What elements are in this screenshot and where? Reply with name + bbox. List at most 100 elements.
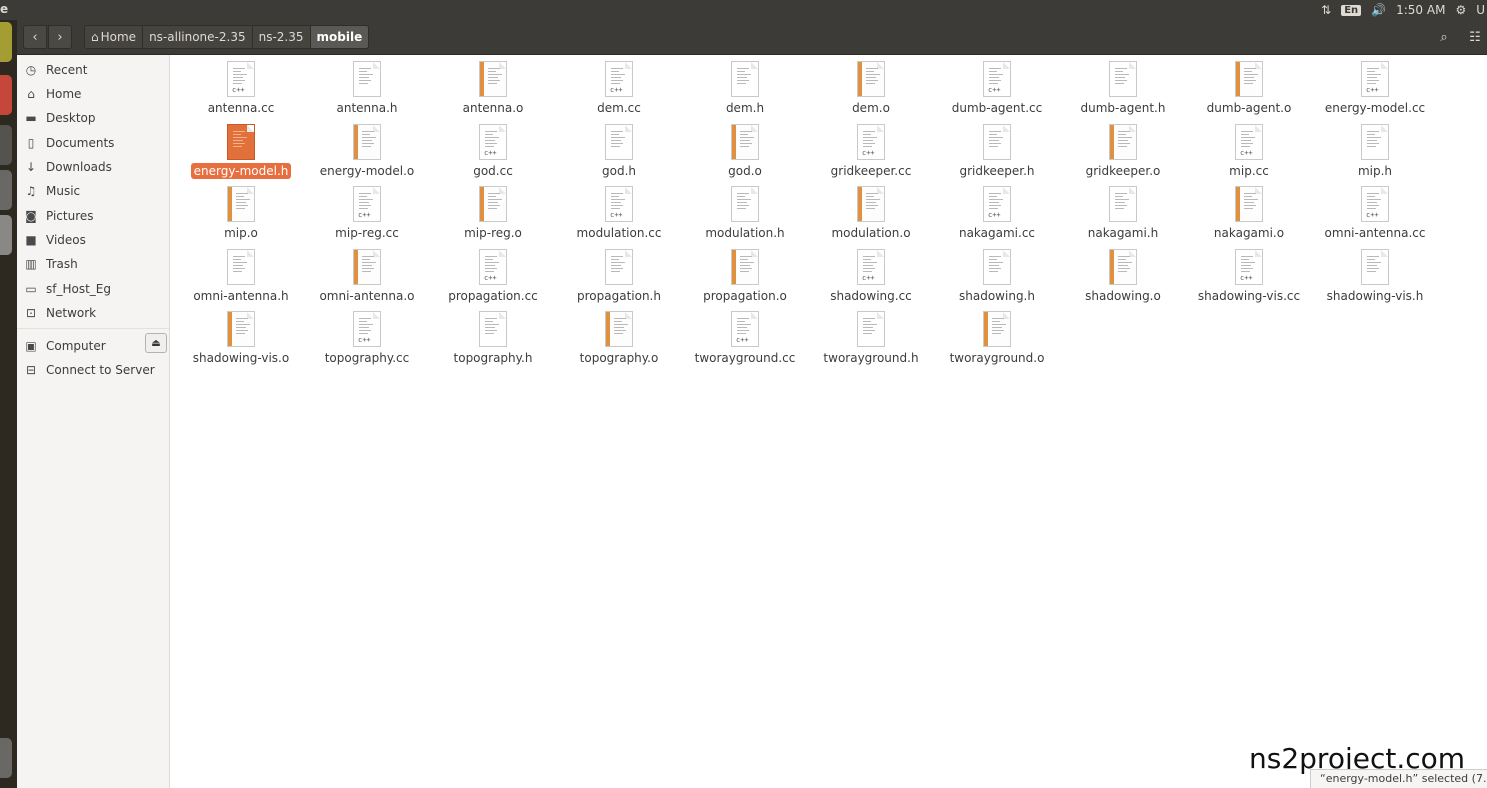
file-item[interactable]: tworayground.h (808, 305, 934, 365)
forward-button[interactable]: › (48, 25, 72, 49)
file-item[interactable]: dem.o (808, 55, 934, 115)
cpp-label: c++ (484, 273, 497, 282)
breadcrumb-mobile[interactable]: mobile (309, 25, 370, 49)
file-item[interactable]: c++ tworayground.cc (682, 305, 808, 365)
launcher-item-app[interactable] (0, 75, 12, 115)
file-item[interactable]: modulation.o (808, 180, 934, 240)
file-item[interactable]: mip.o (178, 180, 304, 240)
file-item[interactable]: c++ shadowing-vis.cc (1186, 243, 1312, 303)
file-item[interactable]: c++ topography.cc (304, 305, 430, 365)
file-item[interactable]: antenna.o (430, 55, 556, 115)
file-item[interactable]: c++ dumb-agent.cc (934, 55, 1060, 115)
file-item[interactable]: c++ modulation.cc (556, 180, 682, 240)
file-item[interactable]: omni-antenna.o (304, 243, 430, 303)
file-item[interactable]: modulation.h (682, 180, 808, 240)
file-item[interactable]: gridkeeper.h (934, 118, 1060, 178)
file-item[interactable]: c++ energy-model.cc (1312, 55, 1438, 115)
volume-icon[interactable]: 🔊 (1371, 3, 1386, 17)
music-icon: ♫ (25, 184, 37, 198)
object-file-icon (479, 186, 507, 222)
sidebar-item-sf-host-eg[interactable]: ▭ sf_Host_Eg (17, 278, 169, 300)
clock[interactable]: 1:50 AM (1396, 3, 1445, 17)
file-name-label: god.o (682, 164, 808, 178)
sidebar-item-label: Documents (46, 136, 115, 150)
launcher-item-app[interactable] (0, 170, 12, 210)
file-item[interactable]: god.h (556, 118, 682, 178)
file-item[interactable]: shadowing-vis.h (1312, 243, 1438, 303)
top-panel: e ⇅ En 🔊 1:50 AM ⚙ U (0, 0, 1487, 20)
file-item[interactable]: c++ antenna.cc (178, 55, 304, 115)
file-item[interactable]: god.o (682, 118, 808, 178)
file-name-label: energy-model.o (304, 164, 430, 178)
file-grid: c++ antenna.cc antenna.h antenna.o c++ dem.cc… (170, 55, 1487, 788)
file-item[interactable]: c++ nakagami.cc (934, 180, 1060, 240)
network-arrows-icon[interactable]: ⇅ (1321, 3, 1331, 17)
back-button[interactable]: ‹ (23, 25, 47, 49)
file-item[interactable]: propagation.o (682, 243, 808, 303)
file-item[interactable]: gridkeeper.o (1060, 118, 1186, 178)
launcher-item-dash[interactable] (0, 22, 12, 62)
sidebar-item-downloads[interactable]: ↓ Downloads (17, 156, 169, 178)
file-item[interactable]: mip-reg.o (430, 180, 556, 240)
file-item[interactable]: topography.h (430, 305, 556, 365)
file-item[interactable]: c++ mip-reg.cc (304, 180, 430, 240)
search-button[interactable]: ⌕ (1432, 25, 1456, 49)
settings-gear-icon[interactable]: ⚙ (1455, 3, 1466, 17)
breadcrumb-ns-2-35[interactable]: ns-2.35 (251, 25, 311, 49)
file-name-label: omni-antenna.o (304, 289, 430, 303)
sidebar-item-label: Pictures (46, 209, 94, 223)
breadcrumb-home[interactable]: ⌂ Home (84, 25, 144, 49)
sidebar-item-recent[interactable]: ◷ Recent (17, 59, 169, 81)
file-name: antenna.cc (207, 101, 275, 115)
file-name-label: energy-model.h (178, 162, 304, 179)
cpp-source-file-icon: c++ (605, 61, 633, 97)
file-item[interactable]: c++ god.cc (430, 118, 556, 178)
launcher-item-app[interactable] (0, 215, 12, 255)
breadcrumb-label: ns-2.35 (258, 30, 304, 44)
file-item[interactable]: c++ omni-antenna.cc (1312, 180, 1438, 240)
file-item[interactable]: dem.h (682, 55, 808, 115)
user-indicator[interactable]: U (1476, 3, 1485, 17)
file-item[interactable]: propagation.h (556, 243, 682, 303)
sidebar-item-trash[interactable]: ▥ Trash (17, 253, 169, 275)
file-item[interactable]: c++ shadowing.cc (808, 243, 934, 303)
launcher-item-trash[interactable] (0, 738, 12, 778)
file-item[interactable]: shadowing.o (1060, 243, 1186, 303)
file-name-label: modulation.h (682, 226, 808, 240)
file-item[interactable]: nakagami.h (1060, 180, 1186, 240)
file-name-label: god.cc (430, 164, 556, 178)
file-name-label: shadowing.cc (808, 289, 934, 303)
header-bar: ‹ › ⌂ Home ns-allinone-2.35 ns-2.35 mobil… (17, 20, 1487, 55)
file-item[interactable]: nakagami.o (1186, 180, 1312, 240)
file-name-label: tworayground.o (934, 351, 1060, 365)
file-item[interactable]: dumb-agent.o (1186, 55, 1312, 115)
file-item[interactable]: tworayground.o (934, 305, 1060, 365)
sidebar-item-desktop[interactable]: ▬ Desktop (17, 107, 169, 129)
sidebar-item-documents[interactable]: ▯ Documents (17, 132, 169, 154)
sidebar-item-connect-to-server[interactable]: ⊟ Connect to Server (17, 359, 169, 381)
file-item[interactable]: omni-antenna.h (178, 243, 304, 303)
file-item[interactable]: shadowing.h (934, 243, 1060, 303)
sidebar-item-pictures[interactable]: ◙ Pictures (17, 205, 169, 227)
file-item[interactable]: antenna.h (304, 55, 430, 115)
file-item[interactable]: c++ gridkeeper.cc (808, 118, 934, 178)
sidebar-item-videos[interactable]: ■ Videos (17, 229, 169, 251)
keyboard-layout-indicator[interactable]: En (1341, 4, 1362, 16)
file-item[interactable]: shadowing-vis.o (178, 305, 304, 365)
sidebar-item-network[interactable]: ⊡ Network (17, 302, 169, 324)
file-item[interactable]: c++ mip.cc (1186, 118, 1312, 178)
view-mode-button[interactable]: ☷ (1463, 25, 1487, 49)
file-item[interactable]: mip.h (1312, 118, 1438, 178)
file-item[interactable]: energy-model.o (304, 118, 430, 178)
sidebar-item-home[interactable]: ⌂ Home (17, 83, 169, 105)
file-item[interactable]: c++ dem.cc (556, 55, 682, 115)
launcher-item-app[interactable] (0, 125, 12, 165)
file-item[interactable]: topography.o (556, 305, 682, 365)
sidebar-item-music[interactable]: ♫ Music (17, 180, 169, 202)
sidebar-item-computer[interactable]: ▣ Computer (17, 335, 169, 357)
file-item[interactable]: dumb-agent.h (1060, 55, 1186, 115)
object-file-icon (1109, 248, 1137, 285)
file-item[interactable]: c++ propagation.cc (430, 243, 556, 303)
file-item[interactable]: energy-model.h (178, 118, 304, 179)
breadcrumb-ns-allinone[interactable]: ns-allinone-2.35 (142, 25, 253, 49)
